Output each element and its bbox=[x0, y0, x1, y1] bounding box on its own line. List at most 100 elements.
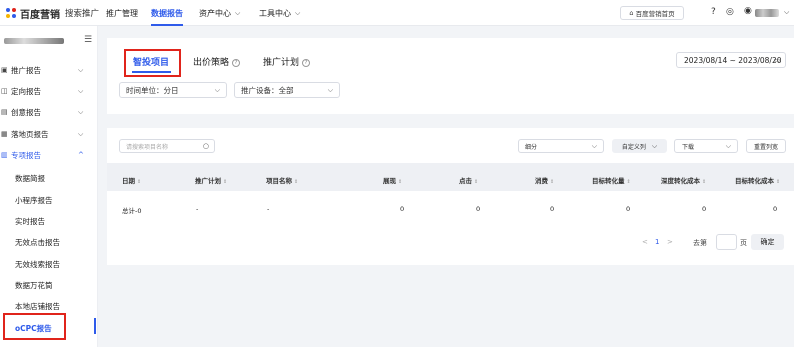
home-icon: ⌂ bbox=[629, 9, 634, 17]
user-name[interactable] bbox=[755, 9, 779, 17]
home-button-label: 百度营销首页 bbox=[635, 10, 675, 18]
sidebar-item-label: 专项报告 bbox=[11, 150, 41, 160]
sidebar-item-landing-page-report[interactable]: ▦ 落地页报告 ⌵ bbox=[0, 124, 98, 144]
column-label: 展现 bbox=[383, 177, 396, 185]
user-avatar-icon[interactable]: ◉ bbox=[744, 6, 752, 16]
chevron-down-icon: ⌵ bbox=[235, 8, 241, 17]
date-range-value: 2023/08/14 ~ 2023/08/20 bbox=[684, 55, 782, 65]
total-cell-deep-conversion-cost: 0 bbox=[702, 205, 707, 213]
help-icon[interactable]: ? bbox=[711, 7, 716, 17]
top-bar: 百度营销 搜索推广 推广管理 数据报告 资产中心 ⌵ 工具中心 ⌵ ⌂ 百度营销首页 … bbox=[0, 0, 794, 26]
column-label: 日期 bbox=[122, 177, 135, 185]
select-value: 细分 bbox=[525, 143, 538, 151]
sidebar-item-label: 创意报告 bbox=[11, 107, 41, 117]
sort-icon[interactable]: ⇕ bbox=[627, 179, 631, 185]
sidebar-subitem-mini-program-report[interactable]: 小程序报告 bbox=[15, 195, 53, 206]
sort-icon[interactable]: ⇕ bbox=[702, 179, 706, 185]
menu-collapse-icon[interactable]: ☰ bbox=[84, 35, 92, 45]
total-cell-clicks: 0 bbox=[476, 205, 481, 213]
select-value: 下载 bbox=[682, 143, 695, 151]
prev-page-icon[interactable]: < bbox=[642, 238, 648, 246]
sidebar-subitem-invalid-click-report[interactable]: 无效点击报告 bbox=[15, 237, 60, 248]
landing-page-icon: ▦ bbox=[1, 130, 8, 138]
sidebar-subitem-realtime-report[interactable]: 实时报告 bbox=[15, 216, 45, 227]
breakdown-select[interactable]: 细分 ⌵ bbox=[518, 139, 604, 153]
chevron-up-icon: ^ bbox=[78, 151, 84, 159]
sort-icon[interactable]: ⇕ bbox=[294, 179, 298, 185]
total-cell-target-conversion-cost: 0 bbox=[773, 205, 778, 213]
reset-column-width-button[interactable]: 重置列宽 bbox=[746, 139, 786, 153]
column-label: 目标转化成本 bbox=[735, 177, 774, 185]
nav-tool-center[interactable]: 工具中心 ⌵ bbox=[259, 0, 300, 26]
total-cell-date: 总计-0 bbox=[122, 207, 142, 215]
chevron-down-icon: ⌵ bbox=[725, 141, 731, 150]
chevron-down-icon: ⌵ bbox=[591, 141, 597, 150]
sort-icon[interactable]: ⇕ bbox=[137, 179, 141, 185]
sidebar-item-targeting-report[interactable]: ◫ 定向报告 ⌵ bbox=[0, 81, 98, 101]
active-tab-indicator bbox=[132, 71, 171, 73]
column-header-target-conversions[interactable]: 目标转化量 ⇕ bbox=[592, 175, 631, 185]
message-icon[interactable]: ◎ bbox=[726, 7, 734, 17]
sidebar-subitem-invalid-lead-report[interactable]: 无效线索报告 bbox=[15, 259, 60, 270]
column-label: 推广计划 bbox=[195, 177, 221, 185]
sidebar-subitem-data-brief[interactable]: 数据简报 bbox=[15, 173, 45, 184]
page-suffix: 页 bbox=[740, 239, 747, 247]
next-page-icon[interactable]: > bbox=[667, 238, 673, 246]
column-header-cost[interactable]: 消费 ⇕ bbox=[535, 175, 554, 185]
column-label: 点击 bbox=[459, 177, 472, 185]
sort-icon[interactable]: ⇕ bbox=[474, 179, 478, 185]
button-label: 自定义列 bbox=[621, 143, 646, 151]
column-label: 消费 bbox=[535, 177, 548, 185]
custom-columns-button[interactable]: 自定义列 ⌵ bbox=[612, 139, 667, 153]
date-range-picker[interactable]: 2023/08/14 ~ 2023/08/20 ▭ bbox=[676, 52, 786, 68]
sidebar-item-label: 定向报告 bbox=[11, 86, 41, 96]
chevron-down-icon: ⌵ bbox=[78, 129, 84, 138]
sort-icon[interactable]: ⇕ bbox=[550, 179, 554, 185]
search-placeholder: 请搜索项目名称 bbox=[126, 143, 169, 151]
column-header-target-conversion-cost[interactable]: 目标转化成本 ⇕ bbox=[735, 175, 780, 185]
nav-data-report[interactable]: 数据报告 bbox=[151, 0, 183, 26]
marketing-home-button[interactable]: ⌂ 百度营销首页 bbox=[620, 6, 684, 20]
nav-label: 数据报告 bbox=[151, 8, 183, 18]
sort-icon[interactable]: ⇕ bbox=[776, 179, 780, 185]
column-header-impressions[interactable]: 展现 ⇕ bbox=[383, 175, 402, 185]
sidebar-item-label: 推广报告 bbox=[11, 65, 41, 75]
nav-asset-center[interactable]: 资产中心 ⌵ bbox=[199, 0, 240, 26]
time-unit-select[interactable]: 时间单位：分日 ⌵ bbox=[119, 82, 227, 98]
column-header-deep-conversion-cost[interactable]: 深度转化成本 ⇕ bbox=[661, 175, 706, 185]
confirm-page-button[interactable]: 确定 bbox=[751, 234, 784, 250]
sidebar-subitem-local-store-report[interactable]: 本地店铺报告 bbox=[15, 301, 60, 312]
download-select[interactable]: 下载 ⌵ bbox=[674, 139, 738, 153]
sidebar-item-special-report[interactable]: ▥ 专项报告 ^ bbox=[0, 145, 98, 165]
sort-icon[interactable]: ⇕ bbox=[398, 179, 402, 185]
sidebar-subitem-data-kaleidoscope[interactable]: 数据万花筒 bbox=[15, 280, 53, 291]
device-select[interactable]: 推广设备：全部 ⌵ bbox=[234, 82, 340, 98]
column-header-project-name[interactable]: 项目名称 ⇕ bbox=[266, 175, 298, 185]
total-cell-project: - bbox=[267, 205, 270, 213]
total-cell-target-conversions: 0 bbox=[626, 205, 631, 213]
chevron-down-icon: ⌵ bbox=[651, 141, 658, 150]
chevron-down-icon[interactable]: ⌵ bbox=[784, 8, 789, 17]
baidu-marketing-logo[interactable]: 百度营销 搜索推广 bbox=[6, 5, 99, 21]
column-header-date[interactable]: 日期 ⇕ bbox=[122, 175, 141, 185]
chevron-down-icon: ⌵ bbox=[295, 8, 301, 17]
tab-promotion-plan[interactable]: 推广计划? bbox=[263, 55, 311, 68]
product-name: 搜索推广 bbox=[65, 9, 100, 19]
info-icon[interactable]: ? bbox=[302, 59, 311, 67]
column-header-plan[interactable]: 推广计划 ⇕ bbox=[195, 175, 227, 185]
sidebar-item-creative-report[interactable]: ▤ 创意报告 ⌵ bbox=[0, 102, 98, 122]
select-value: 时间单位：分日 bbox=[126, 85, 179, 95]
sort-icon[interactable]: ⇕ bbox=[223, 179, 227, 185]
project-search-input[interactable]: 请搜索项目名称 ○ bbox=[119, 139, 215, 153]
sidebar-scrollbar[interactable] bbox=[94, 318, 96, 334]
calendar-icon: ▭ bbox=[773, 56, 780, 64]
page-number[interactable]: 1 bbox=[655, 238, 659, 246]
chevron-down-icon: ⌵ bbox=[78, 86, 84, 95]
column-header-clicks[interactable]: 点击 ⇕ bbox=[459, 175, 478, 185]
info-icon[interactable]: ? bbox=[232, 59, 241, 67]
sidebar-item-promotion-report[interactable]: ▣ 推广报告 ⌵ bbox=[0, 60, 98, 80]
nav-promotion-management[interactable]: 推广管理 bbox=[106, 0, 138, 26]
tab-label: 出价策略 bbox=[193, 58, 230, 68]
goto-page-input[interactable] bbox=[716, 234, 737, 250]
tab-bid-strategy[interactable]: 出价策略? bbox=[193, 55, 241, 68]
